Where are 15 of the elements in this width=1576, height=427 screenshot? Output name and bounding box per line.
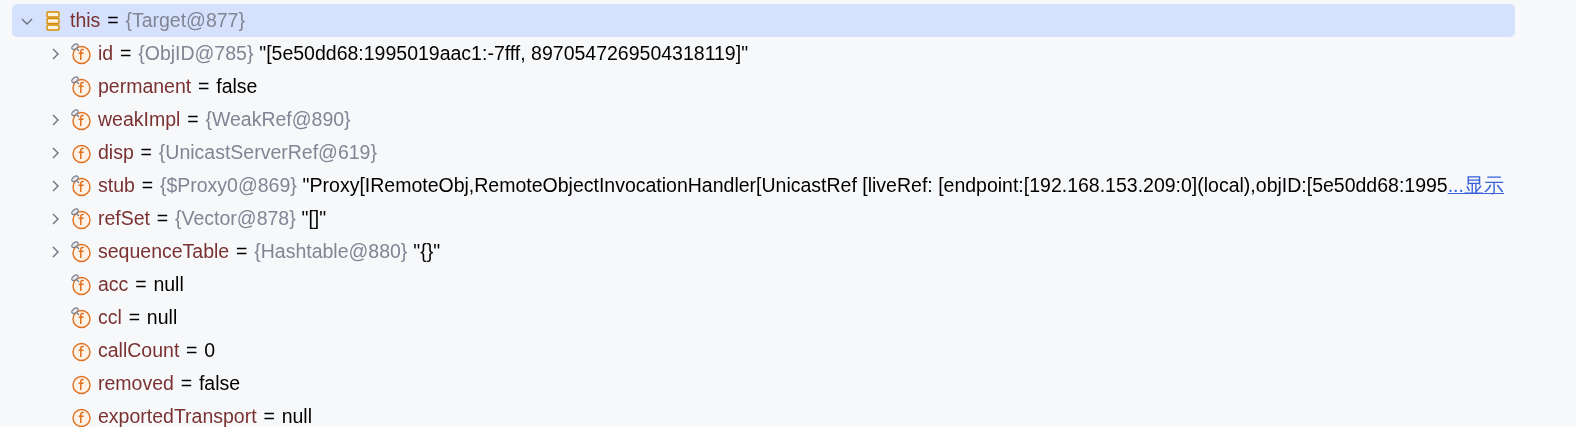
variable-text: removed = false [98,370,241,396]
variable-text: permanent = false [98,73,258,99]
variable-text: acc = null [98,271,184,297]
variable-text: exportedTransport = null [98,403,312,427]
variable-text: id = {ObjID@785} "[5e50dd68:1995019aac1:-7fff, 8970547269504318119]" [98,40,749,66]
variable-text: weakImpl = {WeakRef@890} [98,106,352,132]
variable-text: ccl = null [98,304,178,330]
variable-text: sequenceTable = {Hashtable@880} "{}" [98,238,441,264]
variable-text: disp = {UnicastServerRef@619} [98,139,378,165]
selected-tree-row[interactable]: this = {Target@877} [12,4,1515,37]
variable-text: this = {Target@877} [70,7,246,33]
variable-text: callCount = 0 [98,337,216,363]
show-more-link[interactable]: ...显示 [1447,170,1504,201]
variable-text: stub = {$Proxy0@869} "Proxy[IRemoteObj,RemoteObjectInvocationHandler[UnicastRef [liveRef: [endpoint:[192.168.153.209:0](local),objID:[5e50dd68:1995 [98,172,1448,198]
variable-text: refSet = {Vector@878} "[]" [98,205,327,231]
